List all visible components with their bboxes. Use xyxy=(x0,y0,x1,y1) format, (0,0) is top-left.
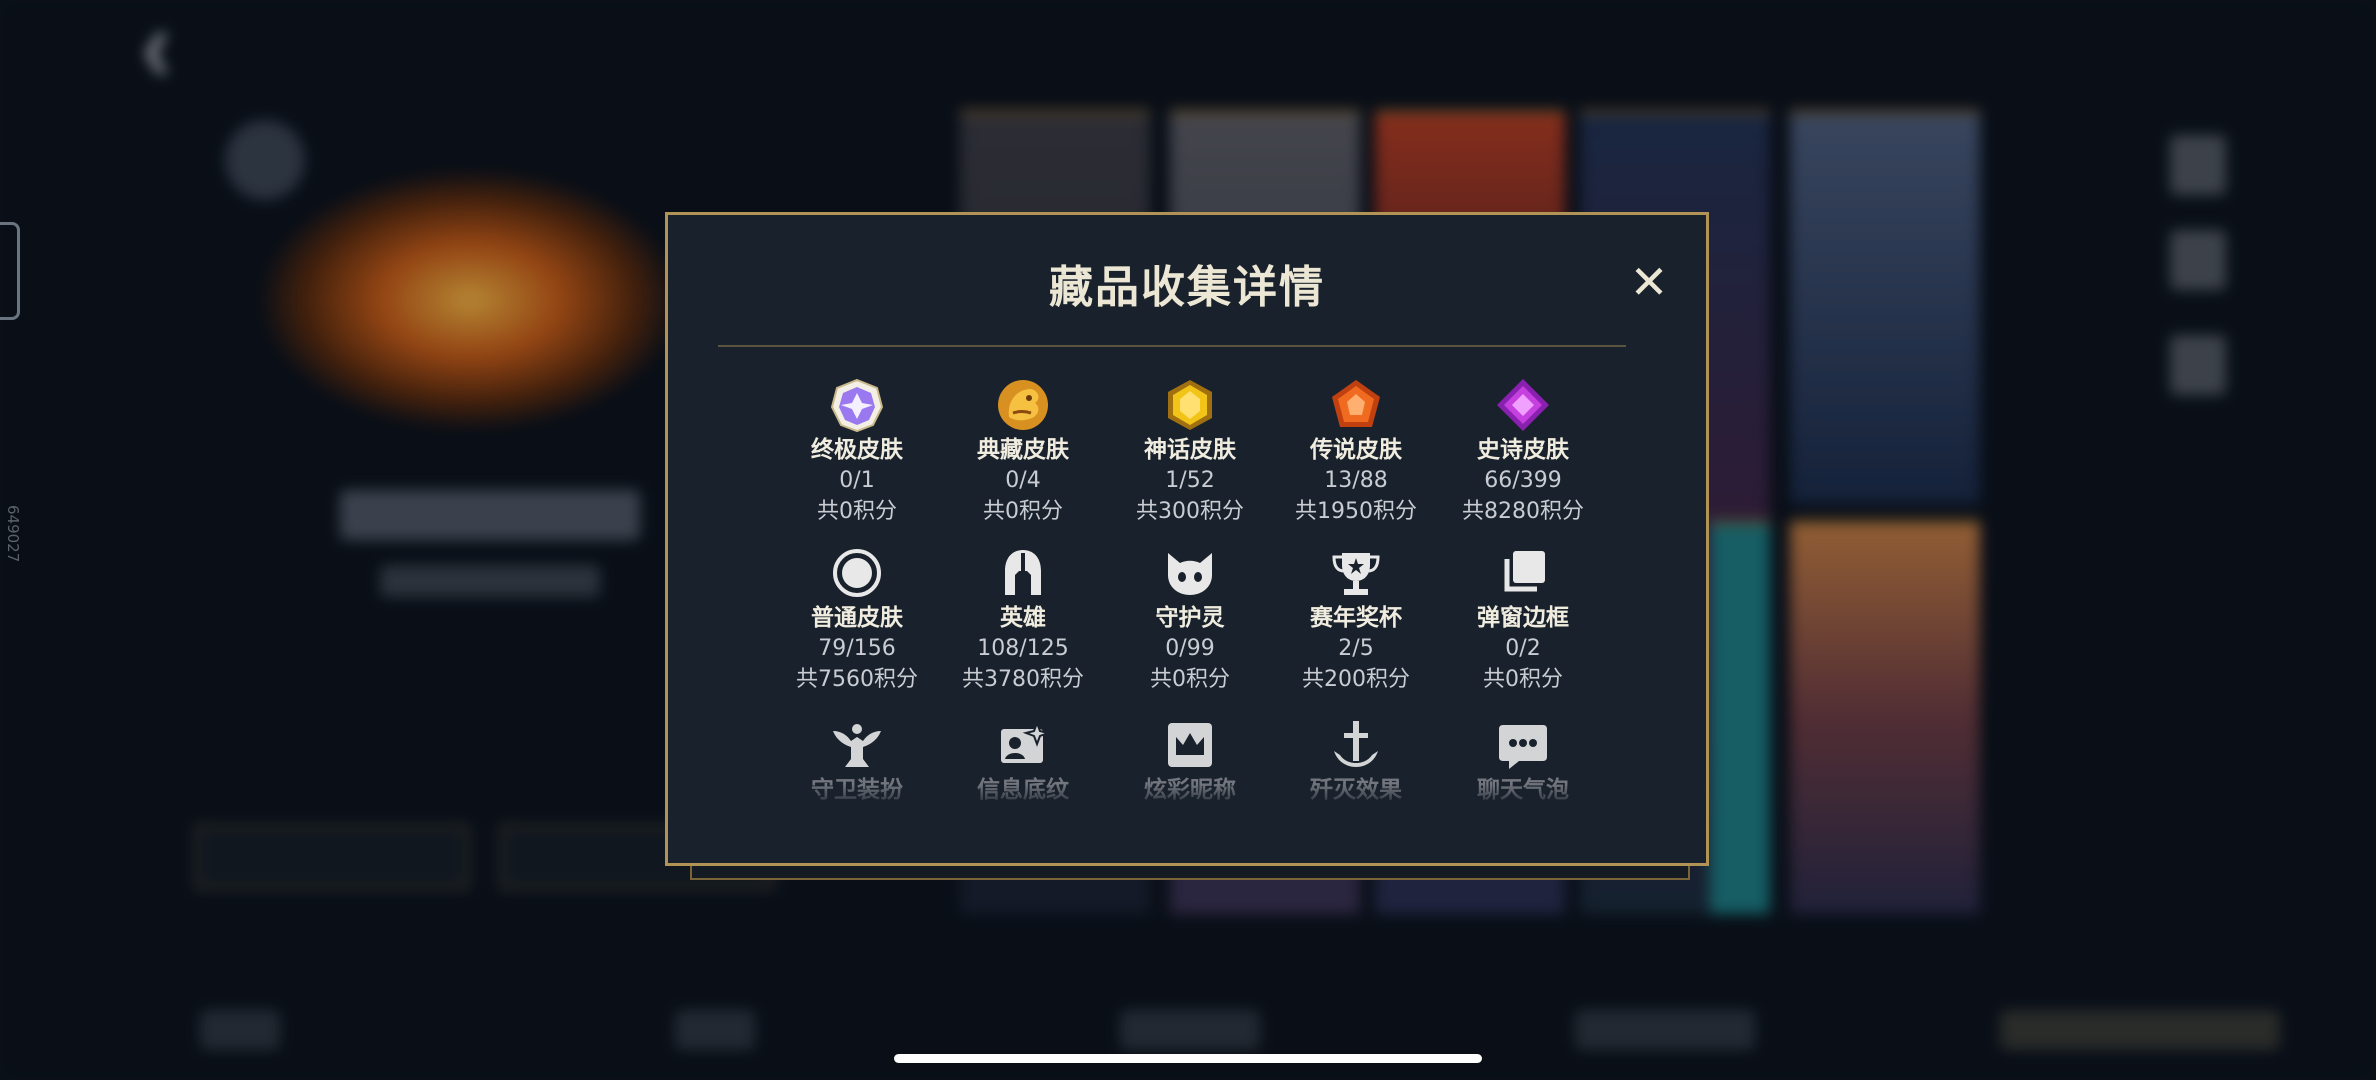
side-code: 649027 xyxy=(4,505,22,563)
item-count: 2/5 xyxy=(1338,636,1374,661)
ward-icon xyxy=(833,724,881,767)
helmet-icon xyxy=(1005,550,1041,595)
collection-item[interactable]: 守护灵 0/99 共0积分 xyxy=(1105,545,1275,695)
item-points: 共8280积分 xyxy=(1462,499,1584,524)
item-points: 共0积分 xyxy=(1150,667,1230,692)
modal-shadow xyxy=(690,866,1690,880)
item-count: 79/156 xyxy=(818,636,896,661)
trophy-icon xyxy=(1332,553,1380,595)
item-label: 炫彩昵称 xyxy=(1144,777,1236,803)
item-points: 共7560积分 xyxy=(796,667,918,692)
mythic-gem-icon xyxy=(1168,380,1212,430)
collection-item[interactable]: 普通皮肤 79/156 共7560积分 xyxy=(772,545,942,695)
item-count: 0/1 xyxy=(839,468,875,493)
collection-details-modal: 藏品收集详情 ✕ 终极皮肤 0/1 共0积分 典藏皮肤 0/4 共0积分 神话皮… xyxy=(665,212,1709,866)
ultimate-gem-icon xyxy=(830,378,884,433)
item-label: 信息底纹 xyxy=(977,777,1069,803)
item-count: 66/399 xyxy=(1484,468,1562,493)
collection-item[interactable]: 终极皮肤 0/1 共0积分 xyxy=(772,377,942,527)
item-count: 0/2 xyxy=(1505,636,1541,661)
item-label: 守卫装扮 xyxy=(811,777,903,803)
collection-item[interactable]: 守卫装扮 xyxy=(772,717,942,805)
item-label: 弹窗边框 xyxy=(1477,605,1569,631)
item-label: 普通皮肤 xyxy=(811,605,903,631)
epic-gem-icon xyxy=(1497,379,1549,431)
home-indicator[interactable] xyxy=(894,1054,1482,1063)
crown-name-icon xyxy=(1168,723,1212,767)
item-label: 典藏皮肤 xyxy=(977,437,1069,463)
item-points: 共0积分 xyxy=(817,499,897,524)
anchor-sword-icon xyxy=(1334,721,1378,767)
item-count: 13/88 xyxy=(1324,468,1388,493)
item-points: 共300积分 xyxy=(1136,499,1244,524)
item-count: 0/4 xyxy=(1005,468,1041,493)
frame-icon xyxy=(1504,551,1545,592)
collection-item[interactable]: 典藏皮肤 0/4 共0积分 xyxy=(938,377,1108,527)
item-points: 共0积分 xyxy=(983,499,1063,524)
item-label: 歼灭效果 xyxy=(1310,777,1402,803)
item-points: 共0积分 xyxy=(1483,667,1563,692)
item-label: 传说皮肤 xyxy=(1310,437,1402,463)
circle-icon xyxy=(833,549,881,597)
dragon-emblem-icon xyxy=(998,380,1048,430)
collection-item[interactable]: 歼灭效果 xyxy=(1271,717,1441,805)
legendary-gem-icon xyxy=(1332,380,1380,427)
item-label: 英雄 xyxy=(1000,605,1046,631)
collection-grid: 终极皮肤 0/1 共0积分 典藏皮肤 0/4 共0积分 神话皮肤 1/52 共3… xyxy=(668,215,1706,863)
collection-item[interactable]: 弹窗边框 0/2 共0积分 xyxy=(1438,545,1608,695)
collection-item[interactable]: 赛年奖杯 2/5 共200积分 xyxy=(1271,545,1441,695)
item-label: 聊天气泡 xyxy=(1477,777,1569,803)
collection-item[interactable]: 神话皮肤 1/52 共300积分 xyxy=(1105,377,1275,527)
item-count: 1/52 xyxy=(1165,468,1215,493)
item-count: 108/125 xyxy=(977,636,1069,661)
collection-item[interactable]: 炫彩昵称 xyxy=(1105,717,1275,805)
card-sparkle-icon xyxy=(1001,720,1051,763)
item-count: 0/99 xyxy=(1165,636,1215,661)
collection-item[interactable]: 传说皮肤 13/88 共1950积分 xyxy=(1271,377,1441,527)
item-points: 共200积分 xyxy=(1302,667,1410,692)
collection-item[interactable]: 英雄 108/125 共3780积分 xyxy=(938,545,1108,695)
item-points: 共3780积分 xyxy=(962,667,1084,692)
collection-item[interactable]: 聊天气泡 xyxy=(1438,717,1608,805)
item-label: 赛年奖杯 xyxy=(1310,605,1402,631)
spirit-icon xyxy=(1168,553,1212,595)
item-label: 守护灵 xyxy=(1155,605,1225,631)
side-edge-tab xyxy=(0,222,20,320)
collection-item[interactable]: 信息底纹 xyxy=(938,717,1108,805)
item-points: 共1950积分 xyxy=(1295,499,1417,524)
collection-item[interactable]: 史诗皮肤 66/399 共8280积分 xyxy=(1438,377,1608,527)
item-label: 神话皮肤 xyxy=(1144,437,1236,463)
item-label: 终极皮肤 xyxy=(811,437,903,463)
item-label: 史诗皮肤 xyxy=(1477,437,1569,463)
chat-bubble-icon xyxy=(1499,725,1547,769)
